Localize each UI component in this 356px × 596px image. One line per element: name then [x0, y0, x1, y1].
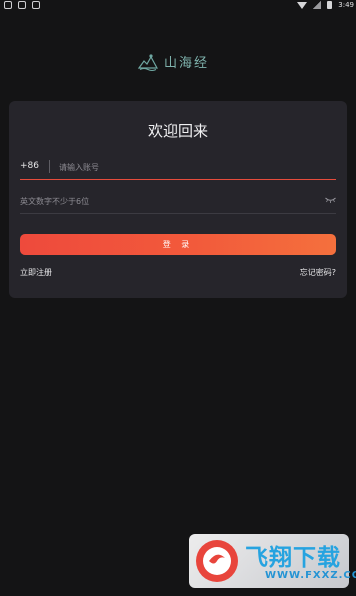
battery-icon: [327, 1, 333, 9]
password-input[interactable]: [20, 193, 310, 209]
status-bar-notifications: [4, 1, 40, 9]
watermark-logo-icon: [196, 540, 238, 582]
login-title: 欢迎回来: [147, 122, 208, 140]
account-field-underline: [20, 179, 336, 180]
login-button[interactable]: 登 录: [20, 234, 336, 255]
wifi-icon: [297, 1, 308, 9]
forgot-password-link[interactable]: 忘记密码?: [300, 267, 336, 278]
login-screen: 3:49 山海经 欢迎回来 +86 登 录: [0, 0, 356, 596]
notification-icon: [18, 1, 26, 9]
logo-text: 山海经: [164, 56, 210, 71]
watermark-url: WWW.FXXZ.COM: [265, 570, 356, 581]
watermark-brand: 飞翔下载: [245, 545, 341, 571]
notification-icon: [32, 1, 40, 9]
country-code[interactable]: +86: [20, 161, 39, 171]
register-link[interactable]: 立即注册: [20, 267, 52, 278]
password-field-row: [20, 192, 336, 214]
notification-icon: [4, 1, 12, 9]
account-input[interactable]: [59, 159, 329, 175]
watermark: 飞翔下载 WWW.FXXZ.COM: [189, 534, 356, 588]
status-bar-system: 3:49: [297, 1, 354, 9]
login-card: 欢迎回来 +86 登 录 立即注册 忘记密码?: [9, 101, 347, 298]
account-field-row: +86: [20, 158, 336, 180]
signal-icon: [313, 1, 322, 9]
password-field-underline: [20, 213, 336, 214]
status-bar: 3:49: [0, 0, 356, 12]
eye-closed-icon[interactable]: [325, 197, 336, 203]
app-logo: 山海经: [138, 52, 209, 71]
status-bar-time: 3:49: [338, 1, 354, 9]
field-divider: [49, 160, 50, 173]
mountain-logo-icon: [138, 53, 158, 71]
